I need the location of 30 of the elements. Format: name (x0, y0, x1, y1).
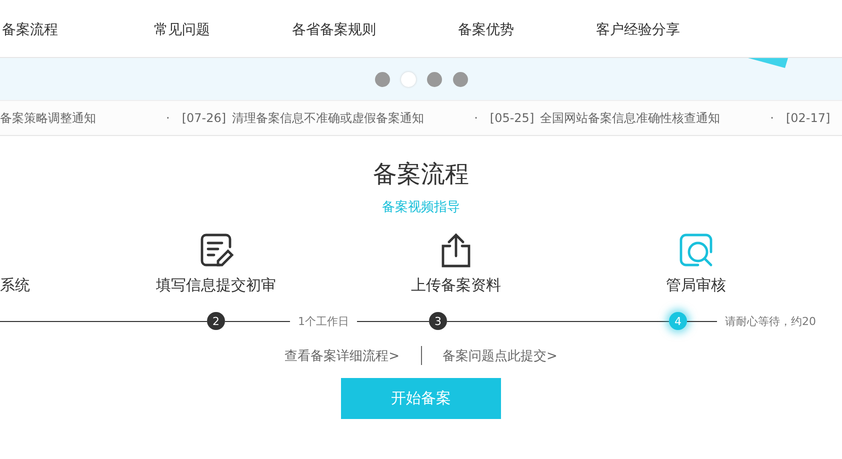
notice-date[interactable]: [05-25] (490, 111, 534, 125)
step-label: 管局审核 (666, 276, 726, 295)
step-number: 4 (669, 312, 687, 330)
step-label: 系统 (0, 276, 30, 295)
nav-link[interactable]: 常见问题 (154, 22, 210, 38)
carousel-dot[interactable] (426, 72, 442, 86)
duration-label: 请耐心等待，约20 (724, 314, 817, 328)
carousel-dot[interactable] (452, 72, 468, 86)
nav-link[interactable]: 备案优势 (458, 22, 514, 38)
notice-link[interactable]: 备案策略调整通知 (0, 110, 96, 126)
carousel-dot[interactable] (374, 72, 390, 86)
submit-question-link[interactable]: 备案问题点此提交> (442, 346, 558, 364)
notice-link[interactable]: 清理备案信息不准确或虚假备案通知 (232, 110, 424, 126)
carousel-dot[interactable] (400, 72, 416, 86)
nav-link[interactable]: 各省备案规则 (292, 22, 376, 38)
step-label: 填写信息提交初审 (156, 276, 276, 295)
bullet: · (166, 111, 170, 125)
step-label: 上传备案资料 (411, 276, 501, 295)
step-number: 3 (429, 312, 447, 330)
nav-link[interactable]: 客户经验分享 (596, 22, 680, 38)
bullet: · (474, 111, 478, 125)
nav-link[interactable]: 备案流程 (2, 22, 58, 38)
notice-date[interactable]: [02-17] (786, 111, 830, 125)
bullet: · (770, 111, 774, 125)
notice-date[interactable]: [07-26] (182, 111, 226, 125)
notice-link[interactable]: 全国网站备案信息准确性核查通知 (540, 110, 720, 126)
section-title: 备案流程 (372, 159, 470, 190)
step-number: 2 (207, 312, 225, 330)
process-detail-link[interactable]: 查看备案详细流程> (284, 346, 400, 364)
duration-label: 1个工作日 (297, 314, 350, 328)
